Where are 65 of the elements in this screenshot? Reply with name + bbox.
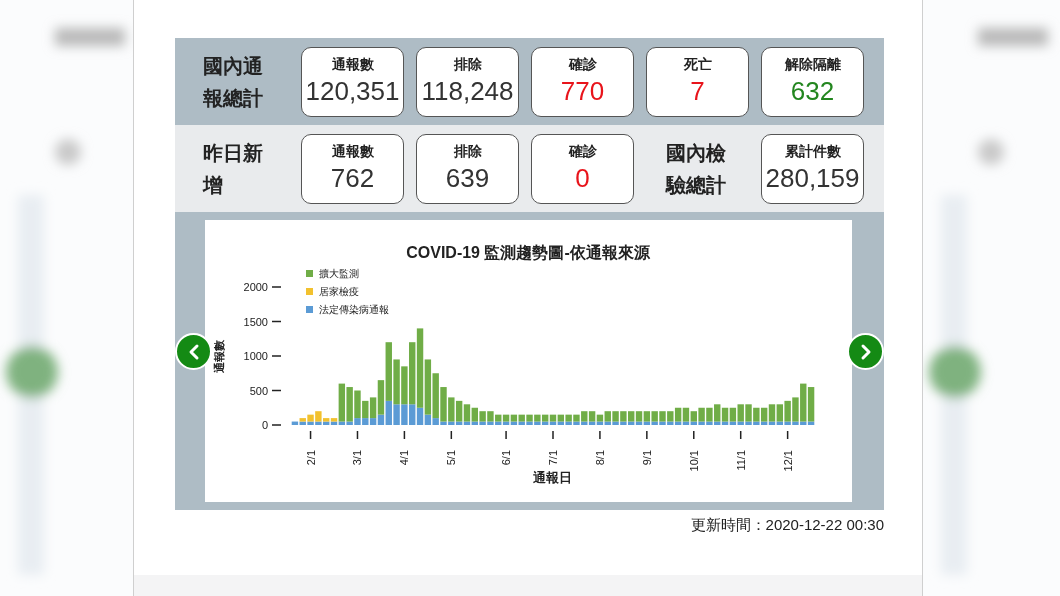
row-label: 國內通報總計: [202, 53, 264, 111]
stat-value: 118,248: [421, 76, 514, 107]
stat-value: 632: [790, 76, 835, 107]
x-tick: [786, 430, 789, 440]
y-tick-label: 2000: [243, 281, 268, 293]
legend-label: 法定傳染病通報: [319, 304, 389, 315]
x-axis-label: 通報日: [532, 470, 572, 485]
x-tick: [505, 430, 507, 440]
y-tick: [271, 320, 282, 323]
x-tick-label: 2/1: [304, 450, 317, 466]
next-button[interactable]: [847, 333, 884, 370]
x-tick-label: 7/1: [547, 450, 559, 466]
y-tick-label: 0: [261, 419, 268, 431]
y-tick: [271, 286, 282, 288]
legend-label: 擴大監測: [319, 268, 359, 279]
y-tick: [271, 355, 282, 357]
stat-value: 639: [445, 163, 490, 194]
x-tick: [403, 430, 406, 440]
x-tick: [552, 430, 554, 440]
x-tick-label: 4/1: [398, 450, 411, 466]
y-tick: [271, 389, 282, 392]
x-tick: [739, 430, 742, 440]
x-tick: [693, 430, 695, 440]
x-tick: [309, 430, 312, 440]
stat-label: 排除: [453, 56, 482, 74]
x-tick-label: 3/1: [351, 450, 364, 466]
x-tick-label: 5/1: [445, 450, 458, 466]
y-tick: [271, 424, 282, 426]
y-tick-label: 1000: [243, 350, 268, 362]
legend-label: 居家檢疫: [319, 286, 359, 297]
y-tick-label: 1500: [243, 315, 268, 328]
x-tick: [356, 430, 359, 440]
x-tick: [599, 430, 601, 440]
stat-label: 確診: [568, 143, 597, 161]
y-axis-label: 通報數: [213, 339, 225, 373]
x-tick-label: 6/1: [500, 450, 513, 466]
x-tick: [450, 430, 453, 440]
x-tick-label: 11/1: [734, 450, 747, 471]
x-tick-label: 10/1: [687, 450, 700, 472]
y-tick-label: 500: [249, 384, 268, 397]
stat-label: 通報數: [331, 143, 374, 161]
chart-title: COVID-19 監測趨勢圖-依通報來源: [406, 244, 650, 261]
stat-label: 通報數: [331, 56, 374, 74]
stat-value: 762: [330, 163, 375, 194]
stat-value: 280,159: [765, 163, 860, 194]
stat-label: 解除隔離: [784, 56, 841, 74]
stat-label: 確診: [568, 56, 597, 74]
legend-swatch: [306, 288, 313, 295]
stat-value: 7: [690, 76, 705, 107]
stat-label: 死亡: [683, 56, 712, 74]
stat-value: 770: [560, 76, 605, 107]
x-tick: [646, 430, 648, 440]
legend-swatch: [306, 270, 313, 277]
section-heading: 國內檢驗總計: [665, 140, 727, 198]
x-tick-label: 12/1: [781, 450, 794, 472]
stat-label: 排除: [453, 143, 482, 161]
x-tick-label: 8/1: [593, 450, 606, 466]
update-time: 更新時間：2020-12-22 00:30: [689, 516, 884, 535]
legend-swatch: [306, 306, 313, 313]
row-label: 昨日新增: [201, 140, 264, 198]
stat-value: 120,351: [305, 76, 400, 107]
stat-label: 累計件數: [784, 143, 841, 161]
previous-button[interactable]: [175, 333, 212, 370]
x-tick-label: 9/1: [640, 450, 653, 466]
stat-value: 0: [575, 163, 590, 194]
